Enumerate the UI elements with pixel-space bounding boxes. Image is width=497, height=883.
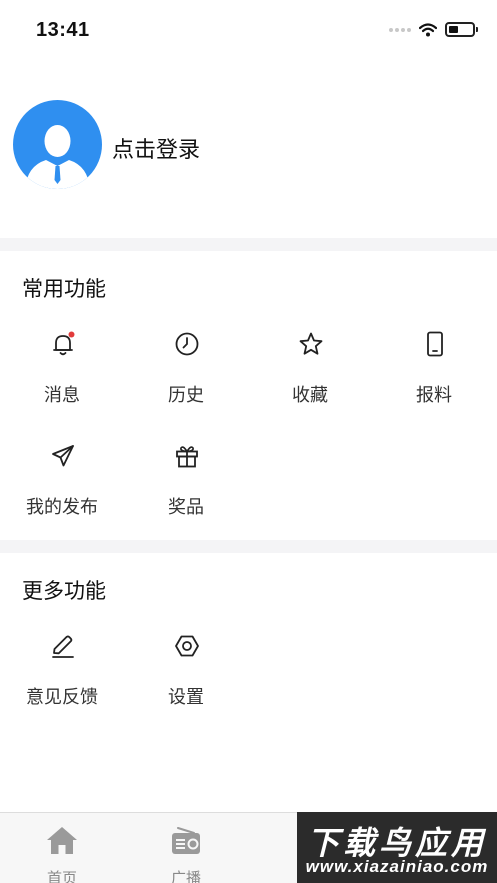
send-icon bbox=[52, 445, 74, 467]
favorites-item[interactable]: 收藏 bbox=[248, 331, 372, 421]
feedback-item[interactable]: 意见反馈 bbox=[0, 633, 124, 723]
tab-home-label: 首页 bbox=[46, 870, 77, 883]
feedback-label: 意见反馈 bbox=[26, 687, 98, 707]
more-functions-section: 更多功能 意见反馈 设置 bbox=[0, 553, 497, 793]
gift-icon bbox=[176, 446, 198, 468]
user-silhouette-icon bbox=[25, 125, 90, 189]
common-functions-section: 常用功能 消息 历史 收藏 报料 我的发布 奖品 bbox=[0, 251, 497, 540]
pencil-icon bbox=[52, 635, 74, 658]
history-label: 历史 bbox=[168, 385, 204, 405]
history-item[interactable]: 历史 bbox=[124, 331, 248, 421]
settings-item[interactable]: 设置 bbox=[124, 633, 248, 723]
section-divider bbox=[0, 238, 497, 251]
status-bar: 13:41 bbox=[0, 0, 497, 60]
badge-dot bbox=[68, 331, 75, 338]
favorites-label: 收藏 bbox=[292, 385, 328, 405]
radio-icon bbox=[172, 827, 200, 854]
clock-icon bbox=[175, 332, 199, 356]
bell-icon bbox=[53, 331, 75, 356]
avatar[interactable] bbox=[13, 100, 102, 189]
messages-item[interactable]: 消息 bbox=[0, 331, 124, 421]
section-title: 常用功能 bbox=[22, 278, 106, 301]
section-divider bbox=[0, 540, 497, 553]
tab-radio[interactable]: 广播 bbox=[146, 823, 226, 883]
section-title: 更多功能 bbox=[22, 580, 106, 603]
tab-radio-label: 广播 bbox=[170, 870, 201, 883]
status-time: 13:41 bbox=[36, 19, 90, 41]
wifi-icon bbox=[419, 22, 437, 36]
settings-icon bbox=[175, 635, 199, 657]
watermark-url: www.xiazainiao.com bbox=[305, 857, 489, 876]
battery-level bbox=[449, 26, 458, 33]
report-label: 报料 bbox=[416, 385, 452, 405]
report-item[interactable]: 报料 bbox=[372, 331, 496, 421]
battery-icon bbox=[445, 22, 478, 37]
prizes-item[interactable]: 奖品 bbox=[124, 443, 248, 533]
settings-label: 设置 bbox=[168, 687, 204, 707]
star-icon bbox=[299, 332, 323, 355]
phone-icon bbox=[427, 331, 443, 357]
home-icon bbox=[47, 827, 77, 854]
my-posts-label: 我的发布 bbox=[26, 497, 98, 517]
prizes-label: 奖品 bbox=[168, 497, 204, 517]
tab-home[interactable]: 首页 bbox=[22, 823, 102, 883]
profile-header: 点击登录 bbox=[0, 100, 497, 192]
status-indicators bbox=[389, 22, 478, 37]
messages-label: 消息 bbox=[44, 385, 80, 405]
signal-icon bbox=[389, 27, 411, 32]
my-posts-item[interactable]: 我的发布 bbox=[0, 443, 124, 533]
watermark: 下载鸟应用 www.xiazainiao.com bbox=[297, 812, 497, 883]
login-button[interactable]: 点击登录 bbox=[112, 132, 200, 164]
